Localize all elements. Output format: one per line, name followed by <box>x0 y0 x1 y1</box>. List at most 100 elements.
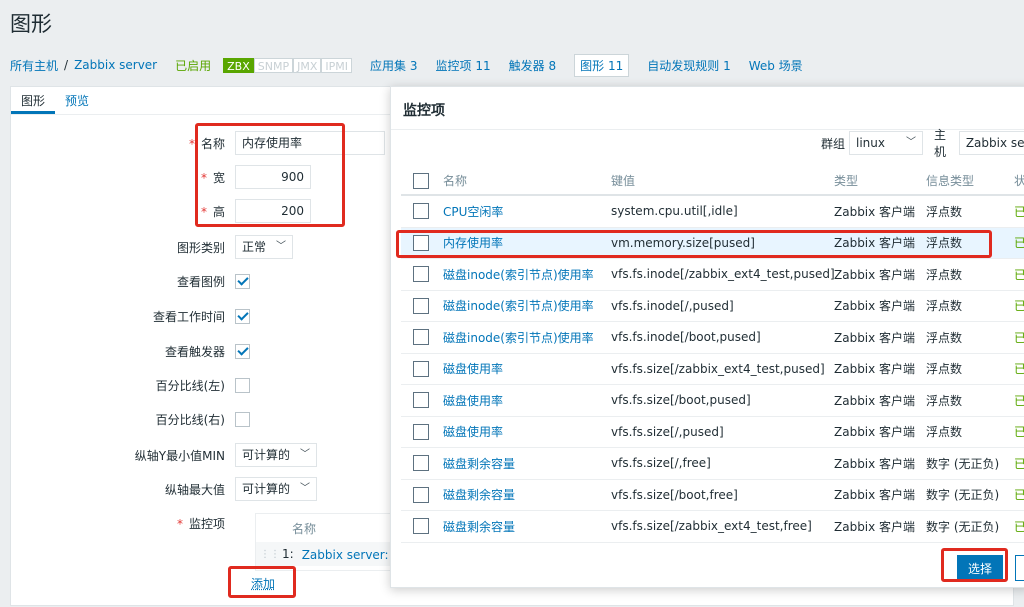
show-legend-label: 查看图例 <box>176 274 225 289</box>
show-legend-checkbox[interactable] <box>235 273 250 289</box>
height-label: 高 <box>212 204 225 219</box>
select-button[interactable]: 选择 <box>957 555 1003 581</box>
item-status: 已 <box>1014 360 1024 377</box>
row-checkbox[interactable] <box>413 518 429 535</box>
percentile-right-label: 百分比线(右) <box>155 412 225 427</box>
item-name-link[interactable]: 磁盘inode(索引节点)使用率 <box>443 297 611 314</box>
modal-title: 监控项 <box>403 103 445 119</box>
col-value-type: 信息类型 <box>926 174 975 188</box>
height-input[interactable]: 200 <box>235 199 311 223</box>
table-row: 磁盘剩余容量 vfs.fs.size[/zabbix_ext4_test,free… <box>401 511 1024 543</box>
col-key: 键值 <box>611 174 636 188</box>
graph-item-link[interactable]: Zabbix server: 内存 <box>302 546 396 563</box>
item-type: Zabbix 客户端 <box>834 393 916 408</box>
row-checkbox[interactable] <box>413 455 429 472</box>
graphs-link[interactable]: 图形 11 <box>574 53 630 77</box>
item-value-type: 浮点数 <box>926 267 963 282</box>
item-type: Zabbix 客户端 <box>834 488 916 503</box>
item-name-link[interactable]: CPU空闲率 <box>443 203 611 220</box>
triggers-link[interactable]: 触发器 8 <box>509 57 556 74</box>
show-triggers-label: 查看触发器 <box>164 344 225 359</box>
web-scenarios-link[interactable]: Web 场景 <box>749 57 803 74</box>
select-all-checkbox[interactable] <box>413 172 429 189</box>
host-status[interactable]: 已启用 <box>175 57 211 74</box>
item-name-link[interactable]: 磁盘剩余容量 <box>443 486 611 503</box>
table-row: 磁盘使用率vfs.fs.size[/,pused] Zabbix 客户端浮点数 已 <box>401 417 1024 448</box>
row-checkbox[interactable] <box>413 486 429 503</box>
host-link[interactable]: Zabbix server <box>74 58 157 72</box>
items-link[interactable]: 监控项 11 <box>435 57 490 74</box>
item-value-type: 浮点数 <box>926 425 963 440</box>
table-row: 磁盘使用率 vfs.fs.size[/zabbix_ext4_test,pused… <box>401 354 1024 385</box>
item-value-type: 浮点数 <box>926 236 963 251</box>
width-row: * 宽 900 <box>11 164 391 190</box>
row-checkbox[interactable] <box>413 423 429 440</box>
show-triggers-checkbox[interactable] <box>235 343 250 359</box>
required-mark: * <box>176 516 183 531</box>
chevron-down-icon: ﹀ <box>276 241 287 252</box>
item-name-link[interactable]: 磁盘剩余容量 <box>443 518 611 535</box>
required-mark: * <box>200 170 207 185</box>
cancel-button[interactable] <box>1015 555 1024 581</box>
form-tabs: 图形 预览 <box>11 87 391 115</box>
show-work-period-checkbox[interactable] <box>235 308 250 324</box>
col-name[interactable]: 名称 <box>443 172 611 189</box>
graph-type-select[interactable]: 正常 ﹀ <box>235 235 294 259</box>
tab-graph[interactable]: 图形 <box>11 87 56 114</box>
row-checkbox[interactable] <box>413 234 429 251</box>
row-checkbox[interactable] <box>413 360 429 377</box>
add-item-link[interactable]: 添加 <box>251 575 275 592</box>
item-value-type: 浮点数 <box>926 393 963 408</box>
item-name-link[interactable]: 磁盘使用率 <box>443 423 611 440</box>
show-triggers-row: 查看触发器 <box>11 338 391 364</box>
item-name-link[interactable]: 磁盘inode(索引节点)使用率 <box>443 266 611 283</box>
item-name-link[interactable]: 磁盘剩余容量 <box>443 455 611 472</box>
percentile-left-row: 百分比线(左) <box>11 372 391 398</box>
row-checkbox[interactable] <box>413 266 429 283</box>
items-name-header: 名称 <box>292 522 317 536</box>
y-max-label: 纵轴最大值 <box>164 482 225 497</box>
host-label: 主机 <box>934 128 947 159</box>
show-work-period-label: 查看工作时间 <box>152 309 225 324</box>
row-checkbox[interactable] <box>413 203 429 220</box>
item-name-link[interactable]: 磁盘使用率 <box>443 360 611 377</box>
row-checkbox[interactable] <box>413 297 429 314</box>
percentile-left-label: 百分比线(左) <box>155 378 225 393</box>
item-status: 已 <box>1014 329 1024 346</box>
name-input[interactable]: 内存使用率 <box>235 131 385 155</box>
item-type: Zabbix 客户端 <box>834 204 916 219</box>
drag-handle-icon[interactable]: ⋮⋮ <box>256 549 280 560</box>
name-row: * 名称 内存使用率 <box>11 130 391 156</box>
item-key: system.cpu.util[,idle] <box>611 204 738 219</box>
percentile-left-checkbox[interactable] <box>235 377 250 393</box>
item-type: Zabbix 客户端 <box>834 236 916 251</box>
y-max-select[interactable]: 可计算的 ﹀ <box>235 477 318 501</box>
item-name-link[interactable]: 磁盘inode(索引节点)使用率 <box>443 329 611 346</box>
zbx-badge: ZBX <box>223 57 254 73</box>
percentile-right-checkbox[interactable] <box>235 411 250 427</box>
y-min-select[interactable]: 可计算的 ﹀ <box>235 443 318 467</box>
items-label: 监控项 <box>188 516 225 531</box>
item-type: Zabbix 客户端 <box>834 299 916 314</box>
discovery-rules-link[interactable]: 自动发现规则 1 <box>647 57 730 74</box>
row-checkbox[interactable] <box>413 329 429 346</box>
applications-link[interactable]: 应用集 3 <box>370 57 417 74</box>
host-filter: 主机 Zabbix ser <box>934 128 1024 159</box>
table-row: 磁盘剩余容量 vfs.fs.size[/boot,free] Zabbix 客户端数… <box>401 480 1024 511</box>
item-name-link[interactable]: 内存使用率 <box>443 234 611 251</box>
table-row: 磁盘剩余容量 vfs.fs.size[/,free] Zabbix 客户端 数字 (无… <box>401 448 1024 480</box>
chevron-down-icon: ﹀ <box>300 449 311 460</box>
item-type: Zabbix 客户端 <box>834 362 916 377</box>
tab-preview[interactable]: 预览 <box>55 87 99 114</box>
item-value-type: 数字 (无正负) <box>926 488 1000 503</box>
row-checkbox[interactable] <box>413 392 429 409</box>
item-name-link[interactable]: 磁盘使用率 <box>443 392 611 409</box>
width-input[interactable]: 900 <box>235 165 311 189</box>
all-hosts-link[interactable]: 所有主机 <box>10 57 58 74</box>
jmx-badge: JMX <box>293 57 322 73</box>
table-row: ⋮⋮ 1: Zabbix server: 内存 <box>256 542 396 566</box>
item-status: 已 <box>1014 297 1024 314</box>
chevron-down-icon: ﹀ <box>906 137 917 148</box>
group-select[interactable]: linux ﹀ <box>849 131 924 155</box>
host-select[interactable]: Zabbix ser <box>958 131 1024 155</box>
